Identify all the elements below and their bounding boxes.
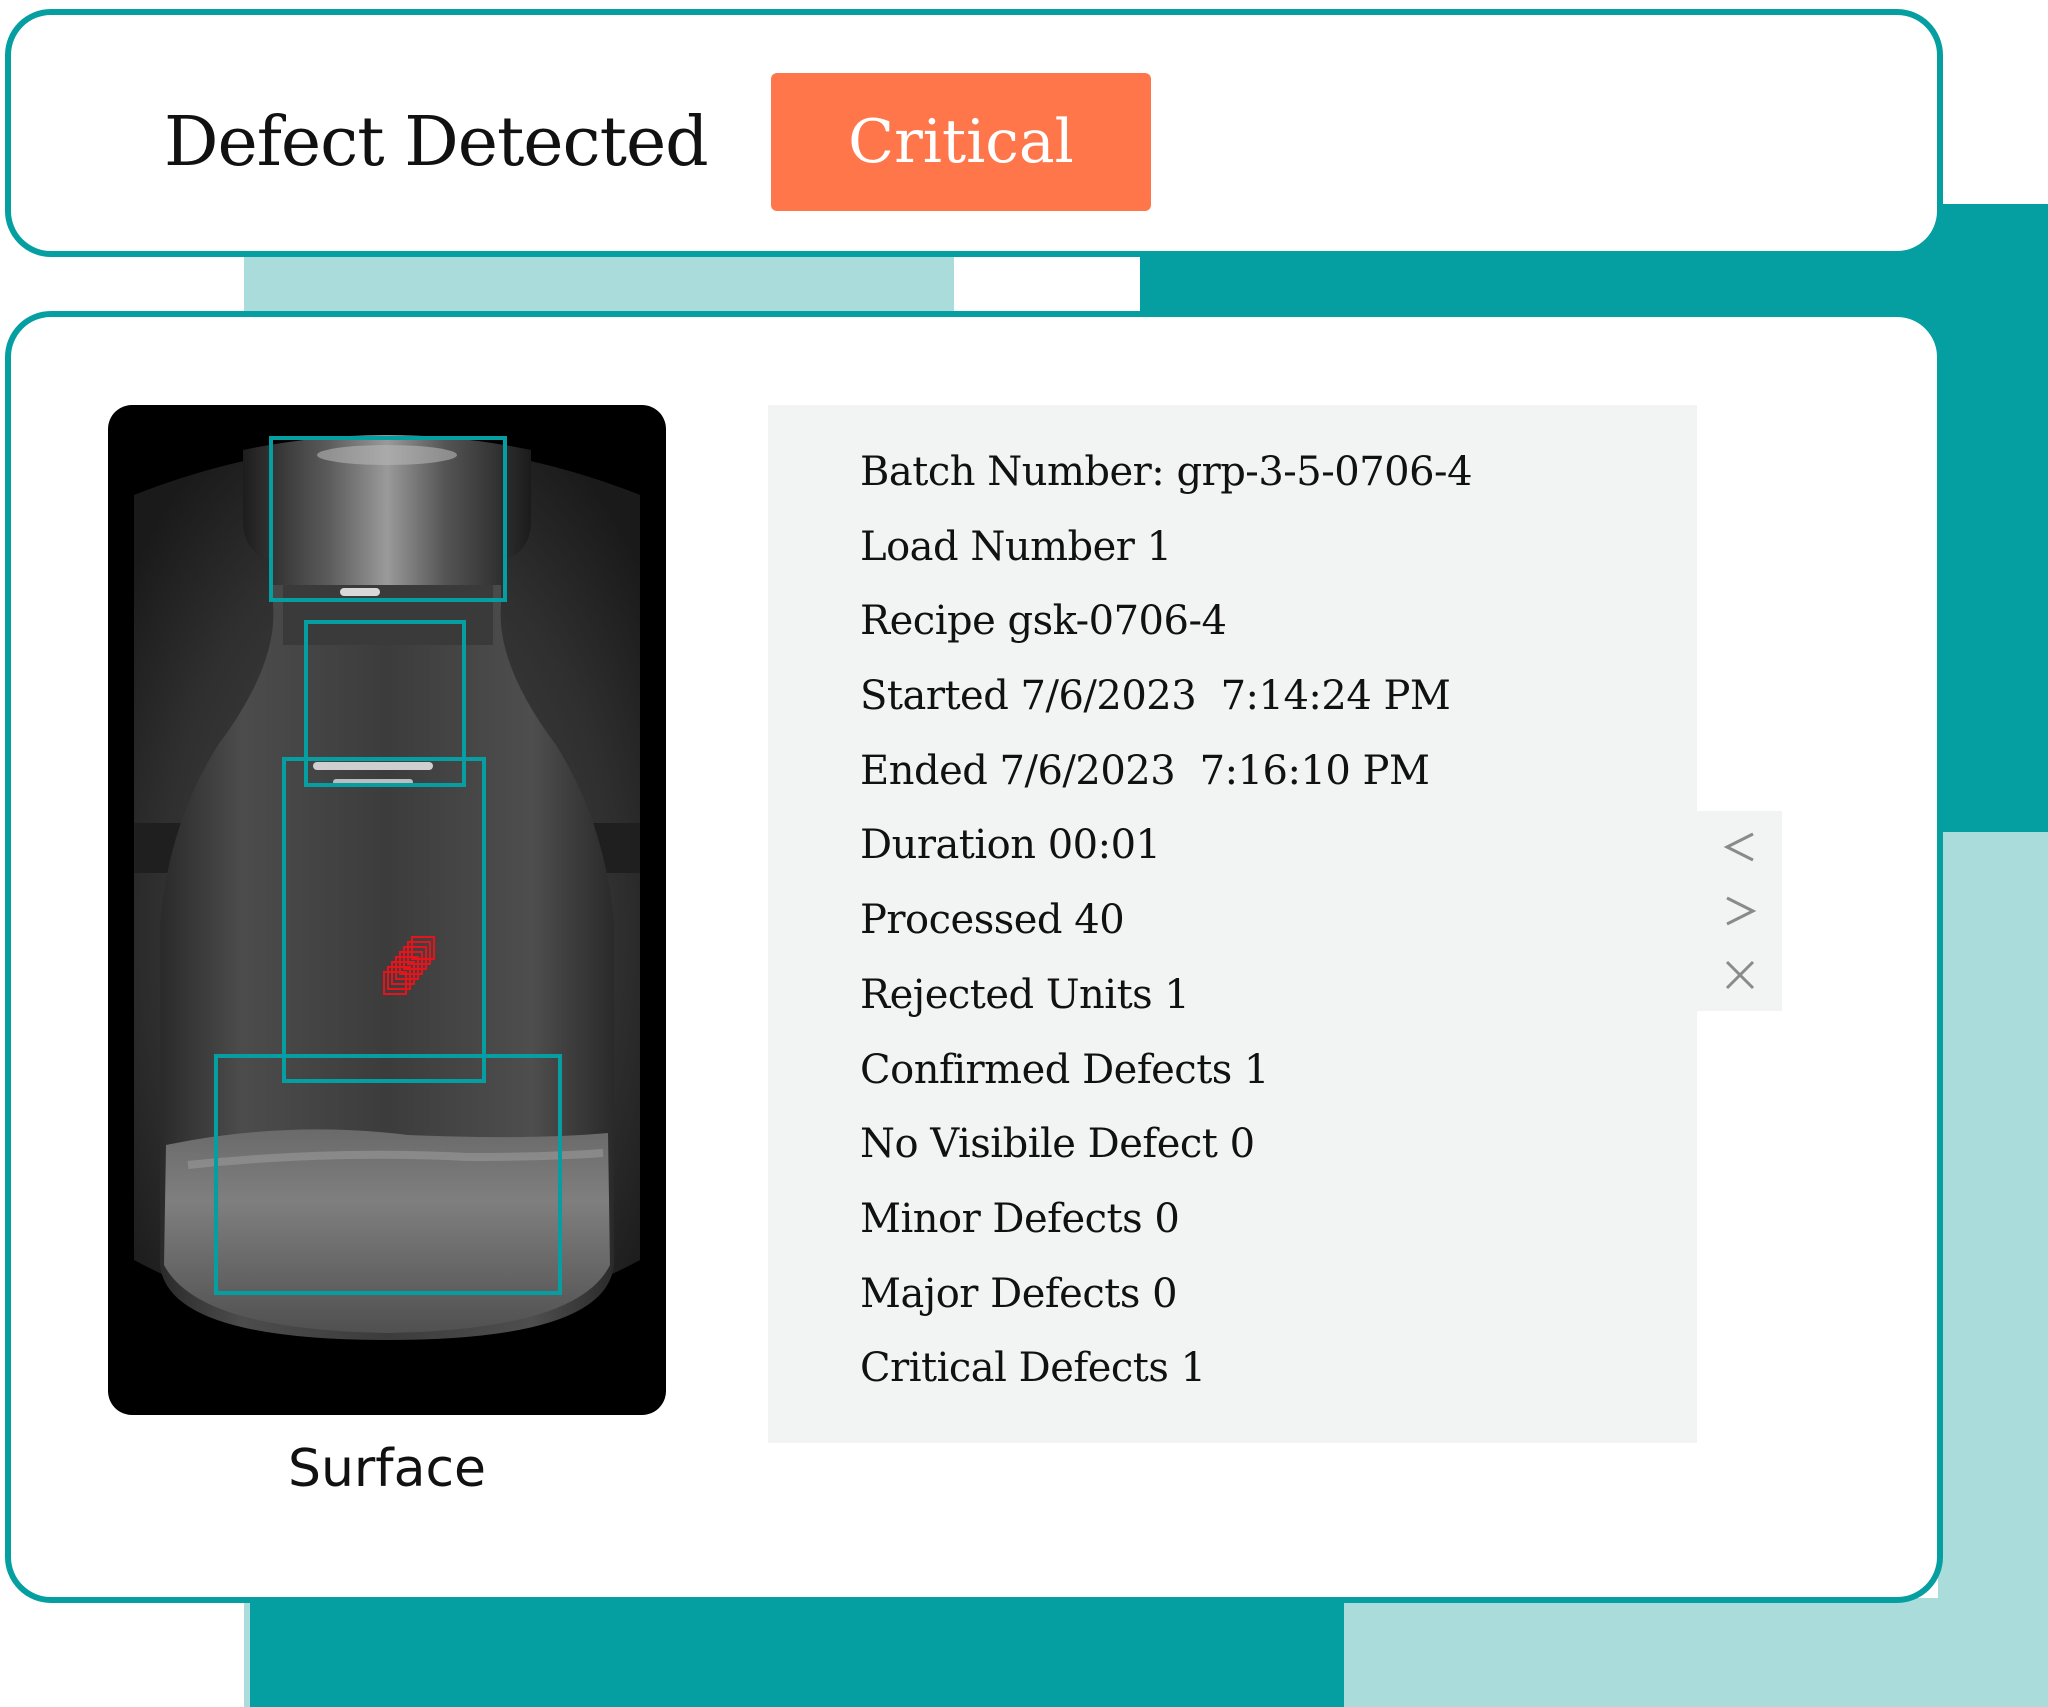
- image-caption: Surface: [287, 1439, 487, 1499]
- detail-duration: Duration 00:01: [860, 822, 1161, 869]
- bg-block-light-right: [1938, 832, 2048, 1707]
- inspection-image[interactable]: [108, 405, 666, 1415]
- bg-block-light-bottom-left: [244, 1590, 250, 1707]
- bg-block-light-bottom-right: [1344, 1598, 2048, 1707]
- next-icon: [1725, 896, 1756, 926]
- detail-load-number: Load Number 1: [860, 523, 1172, 570]
- defect-report-view: Defect Detected Critical Surface Batch N…: [0, 0, 2048, 1707]
- detail-list: Batch Number: grp-3-5-0706-4 Load Number…: [768, 405, 1697, 1406]
- close-icon: [1725, 960, 1754, 990]
- severity-badge[interactable]: Critical: [771, 73, 1151, 211]
- detail-major-defects: Major Defects 0: [860, 1270, 1178, 1317]
- next-button[interactable]: [1697, 881, 1782, 941]
- previous-button[interactable]: [1697, 817, 1782, 877]
- previous-icon: [1723, 832, 1754, 862]
- bg-block-teal-bottom: [248, 1590, 1344, 1707]
- detail-confirmed-defects: Confirmed Defects 1: [860, 1046, 1269, 1093]
- inspection-card: Surface Batch Number: grp-3-5-0706-4 Loa…: [5, 311, 1943, 1603]
- alert-header-card: Defect Detected Critical: [5, 9, 1943, 257]
- detail-no-visible-defect: No Visibile Defect 0: [860, 1121, 1255, 1168]
- alert-title: Defect Detected: [164, 103, 709, 182]
- detail-rejected-units: Rejected Units 1: [860, 971, 1190, 1018]
- detail-started: Started 7/6/2023 7:14:24 PM: [860, 673, 1451, 720]
- detail-batch-number: Batch Number: grp-3-5-0706-4: [860, 449, 1473, 495]
- detail-processed: Processed 40: [860, 897, 1125, 944]
- navigation-controls: [1697, 811, 1782, 1011]
- close-button[interactable]: [1697, 945, 1782, 1005]
- detail-critical-defects: Critical Defects 1: [860, 1345, 1206, 1392]
- detail-ended: Ended 7/6/2023 7:16:10 PM: [860, 747, 1430, 794]
- detail-minor-defects: Minor Defects 0: [860, 1195, 1180, 1242]
- detail-recipe: Recipe gsk-0706-4: [860, 598, 1227, 645]
- inspection-details-panel: Batch Number: grp-3-5-0706-4 Load Number…: [768, 405, 1697, 1443]
- vial-image: [134, 435, 640, 1340]
